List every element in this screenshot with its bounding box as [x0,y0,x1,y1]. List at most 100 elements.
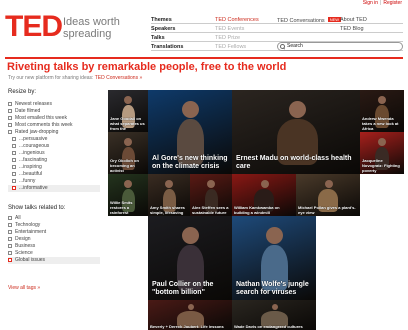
topic-checkbox[interactable] [8,237,12,241]
nav-themes[interactable]: Themes [151,17,172,23]
nav-ted-fellows[interactable]: TED Fellows [215,44,246,50]
talk-tile-michael-pollan[interactable]: Michael Pollan gives a plant's-eye view [296,174,360,216]
topic-option[interactable]: Design [8,236,100,243]
resize-option[interactable]: ...persuasive [8,136,100,143]
topic-option[interactable]: Technology [8,222,100,229]
talk-tile-al-gore[interactable]: Al Gore's new thinking on the climate cr… [148,90,232,174]
resize-checkbox[interactable] [12,172,16,176]
resize-label: ...persuasive [19,136,48,142]
resize-checkbox[interactable] [12,179,16,183]
talk-grid: Jane Goodall on what separates us from t… [108,90,404,330]
nav-talks[interactable]: Talks [151,35,165,41]
resize-checkbox[interactable] [12,144,16,148]
view-all-tags-link[interactable]: View all tags » [8,285,40,291]
speaker-head [261,180,269,188]
nav-ted-events[interactable]: TED Events [215,26,244,32]
heading-rule [5,57,403,59]
resize-option[interactable]: ...ingenious [8,150,100,157]
nav-ted-prize[interactable]: TED Prize [215,35,240,41]
talk-caption: Andrew Mwenda takes a new look at Africa [362,116,399,131]
topic-checkbox[interactable] [8,258,12,262]
topic-option[interactable]: Business [8,243,100,250]
talk-tile-paul-collier[interactable]: Paul Collier on the "bottom billion" [148,216,232,300]
resize-checkbox[interactable] [12,137,16,141]
ted-tagline: Ideas worth spreading [63,16,120,40]
topic-checkbox[interactable] [8,244,12,248]
speaker-head [378,96,386,104]
topic-checkbox[interactable] [8,251,12,255]
nav-ted-conferences[interactable]: TED Conferences [215,17,259,23]
speaker-head [182,101,199,118]
sign-in-link[interactable]: Sign in [363,0,378,6]
topic-label: All [15,215,21,221]
ted-wordmark: TED [5,10,63,43]
talk-tile-beverly-dereck-joubert[interactable]: Beverly + Dereck Joubert: Life lessons [148,300,232,330]
resize-checkbox[interactable] [8,109,12,113]
topic-label: Global issues [15,257,46,263]
register-link[interactable]: Register [383,0,402,6]
talk-tile-nathan-wolfe[interactable]: Nathan Wolfe's jungle search for viruses [232,216,316,300]
resize-option[interactable]: ...informative [8,185,100,192]
resize-checkbox[interactable] [8,123,12,127]
nav-ted-blog[interactable]: TED Blog [340,26,364,32]
talk-tile-willie-smits[interactable]: Willie Smits restores a rainforest [108,174,148,216]
resize-checkbox[interactable] [12,186,16,190]
resize-checkbox[interactable] [8,102,12,106]
nav-about-ted[interactable]: About TED [340,17,367,23]
resize-option[interactable]: Date filmed [8,108,100,115]
resize-option[interactable]: ...beautiful [8,171,100,178]
resize-checkbox[interactable] [12,151,16,155]
talk-tile-ory-okolloh[interactable]: Ory Okolloh on becoming an activist [108,132,148,174]
speaker-head [124,180,132,188]
resize-option[interactable]: Newest releases [8,101,100,108]
resize-option[interactable]: ...courageous [8,143,100,150]
resize-option[interactable]: Most emailed this week [8,115,100,122]
topic-label: Science [15,250,33,256]
resize-label: ...funny [19,178,36,184]
resize-checkbox[interactable] [12,165,16,169]
speaker-head [124,138,132,146]
resize-checkbox[interactable] [8,116,12,120]
speaker-head [378,138,386,146]
ted-conversations-link[interactable]: TED Conversations » [95,75,143,81]
resize-label: Rated jaw-dropping [15,129,59,135]
resize-label: ...beautiful [19,171,43,177]
talk-caption: Paul Collier on the "bottom billion" [152,281,214,296]
resize-option[interactable]: ...funny [8,178,100,185]
resize-label: Most comments this week [15,122,73,128]
topic-option[interactable]: Science [8,250,100,257]
topic-option[interactable]: Global issues [8,257,100,264]
talk-caption: Nathan Wolfe's jungle search for viruses [236,281,309,296]
topic-checkbox[interactable] [8,223,12,227]
speaker-head [289,101,306,118]
talk-tile-wade-davis[interactable]: Wade Davis on endangered cultures [232,300,316,330]
talk-tile-amy-smith[interactable]: Amy Smith shares simple, lifesaving [148,174,190,216]
topic-label: Design [15,236,31,242]
topic-label: Technology [15,222,41,228]
resize-option[interactable]: ...fascinating [8,157,100,164]
talk-tile-jacqueline-novogratz[interactable]: Jacqueline Novogratz: Fighting poverty [360,132,404,174]
talk-tile-andrew-mwenda[interactable]: Andrew Mwenda takes a new look at Africa [360,90,404,132]
resize-label: Date filmed [15,108,41,114]
topic-checkbox[interactable] [8,216,12,220]
nav-ted-conversations[interactable]: TED Conversations NEW [277,17,342,24]
talk-caption: Beverly + Dereck Joubert: Life lessons [150,324,224,329]
topic-option[interactable]: Entertainment [8,229,100,236]
nav-speakers[interactable]: Speakers [151,26,175,32]
resize-by-title: Resize by: [8,89,37,95]
resize-checkbox[interactable] [12,158,16,162]
talk-tile-jane-goodall[interactable]: Jane Goodall on what separates us from t… [108,90,148,132]
resize-option[interactable]: ...inspiring [8,164,100,171]
resize-option[interactable]: Rated jaw-dropping [8,129,100,136]
talk-tile-alex-steffen[interactable]: Alex Steffen sees a sustainable future [190,174,232,216]
search-input[interactable]: Search [277,42,403,51]
talk-tile-ernest-madu[interactable]: Ernest Madu on world-class health care [232,90,360,174]
topic-checkbox[interactable] [8,230,12,234]
nav-translations[interactable]: Translations [151,44,183,50]
topic-option[interactable]: All [8,215,100,222]
resize-option[interactable]: Most comments this week [8,122,100,129]
ted-logo[interactable]: TED Ideas worth spreading [5,12,150,46]
talk-tile-william-kamkwamba[interactable]: William Kamkwamba on building a windmill [232,174,296,216]
resize-checkbox[interactable] [8,130,12,134]
page-subtitle: Try our new platform for sharing ideas: … [8,75,142,81]
